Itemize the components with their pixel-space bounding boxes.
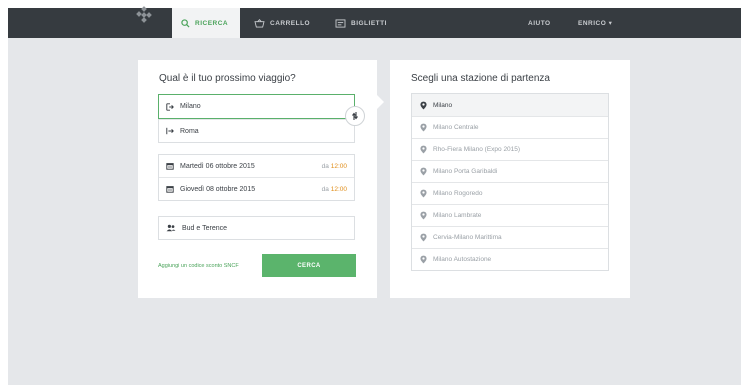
users-icon [166, 224, 176, 232]
tab-tickets[interactable]: BIGLIETTI [335, 8, 387, 38]
calendar-icon [166, 163, 174, 170]
station-list: Milano Milano Centrale Rho-Fiera Milano (E… [411, 93, 609, 271]
tab-search[interactable]: RICERCA [172, 8, 240, 38]
station-name: Milano Rogoredo [433, 190, 483, 197]
outbound-date-value: Martedì 06 ottobre 2015 [180, 162, 255, 170]
origin-value: Milano [180, 103, 201, 110]
tab-cart[interactable]: CARRELLO [254, 8, 310, 38]
tab-cart-label: CARRELLO [270, 19, 311, 27]
map-pin-icon [420, 123, 427, 132]
station-name: Rho-Fiera Milano (Expo 2015) [433, 146, 521, 153]
map-pin-icon [420, 233, 427, 242]
swap-stations-button[interactable] [345, 106, 365, 126]
destination-value: Roma [180, 127, 199, 135]
map-pin-icon [420, 189, 427, 198]
promo-code-link[interactable]: Aggiungi un codice sconto SNCF [158, 263, 239, 269]
map-pin-icon [420, 145, 427, 154]
station-option[interactable]: Milano Autostazione [412, 248, 608, 270]
tab-search-label: RICERCA [195, 19, 229, 27]
user-menu[interactable]: ENRICO ▾ [578, 8, 612, 38]
map-pin-icon [420, 211, 427, 220]
help-label: AIUTO [528, 19, 551, 27]
passengers-field-box: Bud e Terence [158, 216, 355, 240]
search-card: Qual è il tuo prossimo viaggio? Milano R… [138, 60, 377, 298]
panel-pointer [377, 95, 384, 109]
return-date-value: Giovedì 08 ottobre 2015 [180, 185, 256, 193]
station-name: Milano Lambrate [433, 212, 482, 219]
outbound-time-prefix: da [321, 162, 329, 170]
station-option[interactable]: Milano [412, 94, 608, 116]
departure-icon [166, 102, 174, 111]
station-option[interactable]: Milano Centrale [412, 116, 608, 138]
passengers-field[interactable]: Bud e Terence [159, 217, 354, 239]
search-card-title: Qual è il tuo prossimo viaggio? [159, 73, 296, 84]
logo-icon[interactable] [135, 6, 153, 24]
station-name: Milano Centrale [433, 124, 479, 131]
help-link[interactable]: AIUTO [528, 8, 551, 38]
origin-field[interactable]: Milano [158, 94, 355, 119]
station-option[interactable]: Rho-Fiera Milano (Expo 2015) [412, 138, 608, 160]
outbound-time[interactable]: da 12:00 [322, 163, 347, 170]
tab-tickets-label: BIGLIETTI [351, 19, 387, 27]
user-menu-label: ENRICO ▾ [578, 20, 613, 27]
return-time[interactable]: da 12:00 [322, 186, 347, 193]
station-name: Milano Porta Garibaldi [433, 168, 498, 175]
station-name: Milano [433, 101, 453, 109]
outbound-time-value: 12:00 [330, 162, 347, 170]
search-button[interactable]: CERCA [262, 254, 356, 277]
map-pin-icon [420, 167, 427, 176]
calendar-icon [166, 186, 174, 193]
arrival-icon [166, 127, 174, 135]
return-time-prefix: da [321, 185, 329, 193]
route-fields: Milano Roma [158, 94, 355, 143]
station-option[interactable]: Milano Rogoredo [412, 182, 608, 204]
destination-field[interactable]: Roma [159, 119, 354, 142]
station-option[interactable]: Milano Lambrate [412, 204, 608, 226]
passengers-value: Bud e Terence [182, 224, 228, 232]
station-name: Milano Autostazione [433, 256, 492, 263]
station-option[interactable]: Milano Porta Garibaldi [412, 160, 608, 182]
map-pin-icon [420, 101, 427, 109]
outbound-date-field[interactable]: Martedì 06 ottobre 2015 da 12:00 [159, 155, 354, 177]
return-date-field[interactable]: Giovedì 08 ottobre 2015 da 12:00 [159, 177, 354, 200]
stations-card: Scegli una stazione di partenza Milano Mi… [390, 60, 630, 298]
map-pin-icon [420, 255, 427, 264]
date-fields: Martedì 06 ottobre 2015 da 12:00 Giovedì… [158, 154, 355, 201]
stations-card-title: Scegli una stazione di partenza [411, 73, 550, 84]
station-name: Cervia-Milano Marittima [433, 234, 502, 241]
return-time-value: 12:00 [330, 185, 347, 193]
search-icon [181, 18, 190, 28]
cart-icon [254, 18, 265, 28]
ticket-icon [335, 18, 346, 28]
station-option[interactable]: Cervia-Milano Marittima [412, 226, 608, 248]
swap-icon [352, 112, 358, 120]
